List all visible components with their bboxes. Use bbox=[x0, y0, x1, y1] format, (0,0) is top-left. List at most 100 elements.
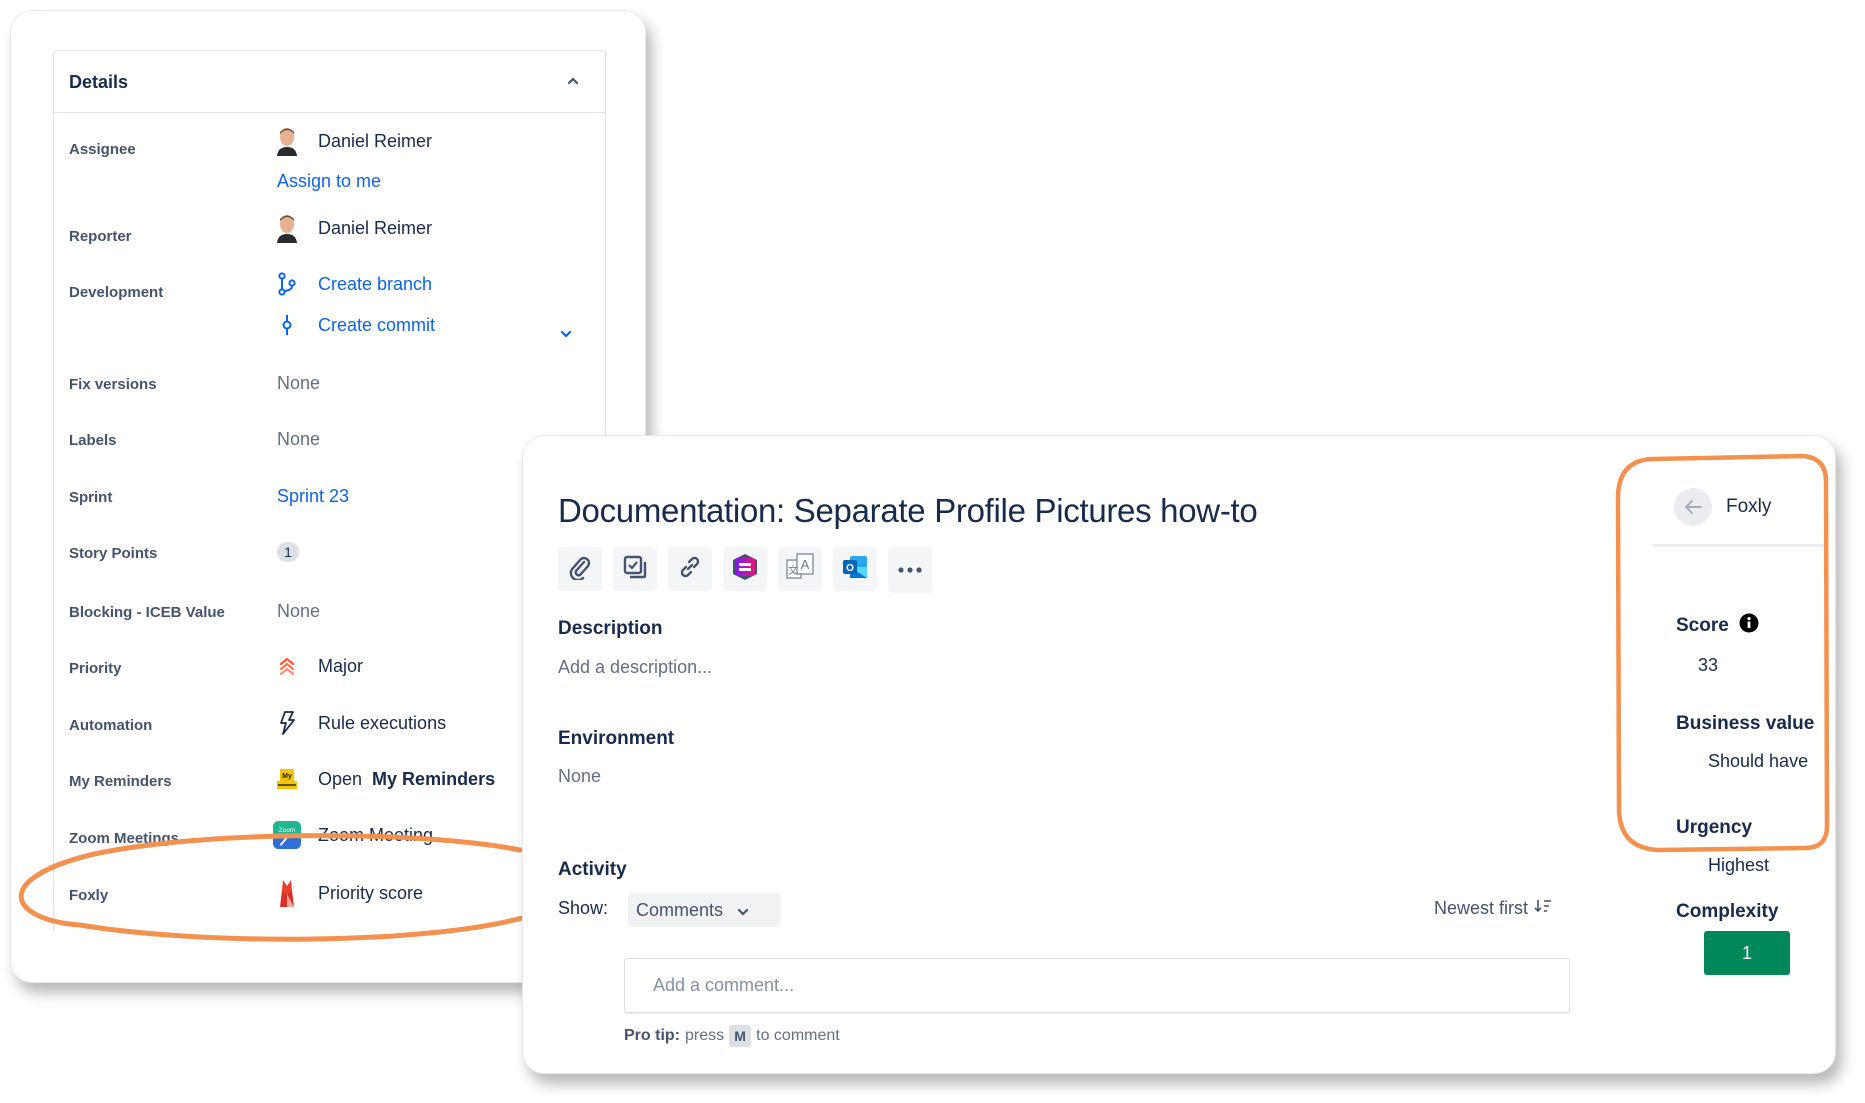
arrow-left-icon bbox=[1684, 500, 1702, 514]
zoom-meeting-label: Zoom Meeting bbox=[318, 824, 434, 845]
sort-order-label: Newest first bbox=[1433, 898, 1528, 918]
urgency-value: Highest bbox=[1708, 855, 1770, 875]
details-title: Details bbox=[69, 72, 129, 92]
assign-to-me-link[interactable]: Assign to me bbox=[277, 171, 381, 192]
info-icon[interactable] bbox=[1739, 613, 1759, 639]
complexity-label: Complexity bbox=[1676, 901, 1779, 922]
attach-button[interactable] bbox=[558, 547, 602, 591]
priority-score-link[interactable]: Priority score bbox=[277, 879, 423, 907]
rule-executions-label: Rule executions bbox=[318, 712, 447, 733]
create-branch-label: Create branch bbox=[318, 273, 433, 294]
foxly-icon bbox=[273, 879, 301, 907]
blocking-iceb-label: Blocking - ICEB Value bbox=[69, 604, 225, 621]
open-my-reminders-link[interactable]: My Open My Reminders bbox=[277, 765, 495, 793]
story-points-badge: 1 bbox=[277, 542, 299, 562]
assignee-name: Daniel Reimer bbox=[318, 130, 433, 151]
score-label-text: Score bbox=[1676, 615, 1729, 636]
description-heading: Description bbox=[558, 618, 663, 639]
labels-label: Labels bbox=[69, 432, 117, 449]
svg-text:Zoom: Zoom bbox=[279, 827, 296, 834]
open-label: Open bbox=[318, 768, 368, 789]
svg-text:O: O bbox=[846, 563, 854, 574]
issue-toolbar: A文 O bbox=[558, 547, 932, 593]
my-reminders-label: My Reminders bbox=[69, 773, 172, 790]
details-header[interactable]: Details bbox=[54, 51, 606, 113]
avatar bbox=[273, 127, 301, 156]
chevron-down-icon[interactable] bbox=[559, 326, 573, 344]
activity-filter-dropdown[interactable]: Comments bbox=[628, 893, 781, 927]
sort-descending-icon bbox=[1534, 898, 1552, 919]
add-child-issue-button[interactable] bbox=[613, 547, 657, 591]
avatar bbox=[273, 214, 301, 243]
reporter-value[interactable]: Daniel Reimer bbox=[277, 214, 433, 243]
divider bbox=[1653, 544, 1825, 547]
translate-icon: A文 bbox=[785, 552, 815, 587]
my-reminders-icon: My bbox=[273, 765, 301, 793]
pro-tip-suffix: to comment bbox=[756, 1027, 840, 1044]
more-actions-button[interactable] bbox=[888, 547, 932, 593]
score-value: 33 bbox=[1698, 655, 1719, 675]
fix-versions-value[interactable]: None bbox=[277, 373, 320, 394]
outlook-button[interactable]: O bbox=[833, 547, 877, 591]
foxly-panel-title: Foxly bbox=[1726, 496, 1772, 517]
pro-tip-bold: Pro tip: bbox=[624, 1027, 680, 1044]
sort-order-toggle[interactable]: Newest first bbox=[1434, 898, 1552, 919]
environment-heading: Environment bbox=[558, 728, 675, 749]
foxly-panel: Foxly Score 33 Business value Should hav… bbox=[1618, 456, 1825, 1012]
create-commit-link[interactable]: Create commit bbox=[277, 311, 435, 339]
priority-major-icon bbox=[273, 652, 301, 680]
development-label: Development bbox=[69, 284, 164, 301]
fix-versions-label: Fix versions bbox=[69, 376, 157, 393]
reporter-name: Daniel Reimer bbox=[318, 217, 433, 238]
svg-text:A: A bbox=[801, 557, 810, 572]
commit-icon bbox=[273, 311, 301, 339]
zoom-meetings-label: Zoom Meetings bbox=[69, 830, 180, 847]
story-points-label: Story Points bbox=[69, 545, 158, 562]
priority-value[interactable]: Major bbox=[277, 652, 363, 680]
outlook-icon: O bbox=[841, 553, 869, 586]
rule-executions-link[interactable]: Rule executions bbox=[277, 709, 446, 737]
link-issue-button[interactable] bbox=[668, 547, 712, 591]
chevron-down-icon bbox=[737, 900, 749, 921]
zoom-app-icon: Zoom bbox=[273, 821, 301, 849]
assignee-label: Assignee bbox=[69, 141, 136, 158]
labels-value[interactable]: None bbox=[277, 429, 320, 450]
business-value-label: Business value bbox=[1676, 713, 1815, 734]
add-comment-input[interactable] bbox=[624, 958, 1570, 1013]
blocking-iceb-value[interactable]: None bbox=[277, 601, 320, 622]
issue-title[interactable]: Documentation: Separate Profile Pictures… bbox=[558, 492, 1258, 530]
environment-value[interactable]: None bbox=[558, 766, 601, 787]
priority-name: Major bbox=[318, 655, 364, 676]
chevron-up-icon[interactable] bbox=[563, 71, 583, 91]
activity-heading: Activity bbox=[558, 859, 627, 880]
description-placeholder[interactable]: Add a description... bbox=[558, 657, 712, 678]
assignee-value[interactable]: Daniel Reimer bbox=[277, 127, 433, 156]
business-value: Should have bbox=[1708, 751, 1809, 771]
complexity-value: 1 bbox=[1704, 931, 1790, 975]
my-reminders-bold: My Reminders bbox=[372, 768, 496, 789]
story-points-value[interactable]: 1 bbox=[277, 542, 299, 562]
create-commit-label: Create commit bbox=[318, 314, 436, 335]
sprint-link[interactable]: Sprint 23 bbox=[277, 486, 349, 507]
attachment-icon bbox=[567, 554, 593, 585]
zoom-meeting-link[interactable]: Zoom Zoom Meeting bbox=[273, 821, 434, 849]
keyboard-shortcut-key: M bbox=[729, 1025, 752, 1047]
svg-text:My: My bbox=[282, 773, 292, 780]
priority-label: Priority bbox=[69, 660, 122, 677]
show-label: Show: bbox=[558, 898, 609, 918]
score-label: Score bbox=[1676, 613, 1759, 639]
link-icon bbox=[677, 554, 703, 585]
app-icon bbox=[731, 553, 759, 586]
pro-tip-press: press bbox=[685, 1027, 725, 1044]
svg-text:文: 文 bbox=[788, 564, 798, 577]
foxly-label: Foxly bbox=[69, 887, 109, 904]
sprint-label: Sprint bbox=[69, 489, 113, 506]
app-button[interactable] bbox=[723, 547, 767, 591]
priority-score-label: Priority score bbox=[318, 882, 424, 903]
create-branch-link[interactable]: Create branch bbox=[277, 270, 432, 298]
urgency-label: Urgency bbox=[1676, 817, 1753, 838]
translate-button[interactable]: A文 bbox=[778, 547, 822, 591]
back-button[interactable] bbox=[1674, 488, 1712, 526]
more-icon bbox=[897, 561, 923, 579]
automation-label: Automation bbox=[69, 717, 153, 734]
